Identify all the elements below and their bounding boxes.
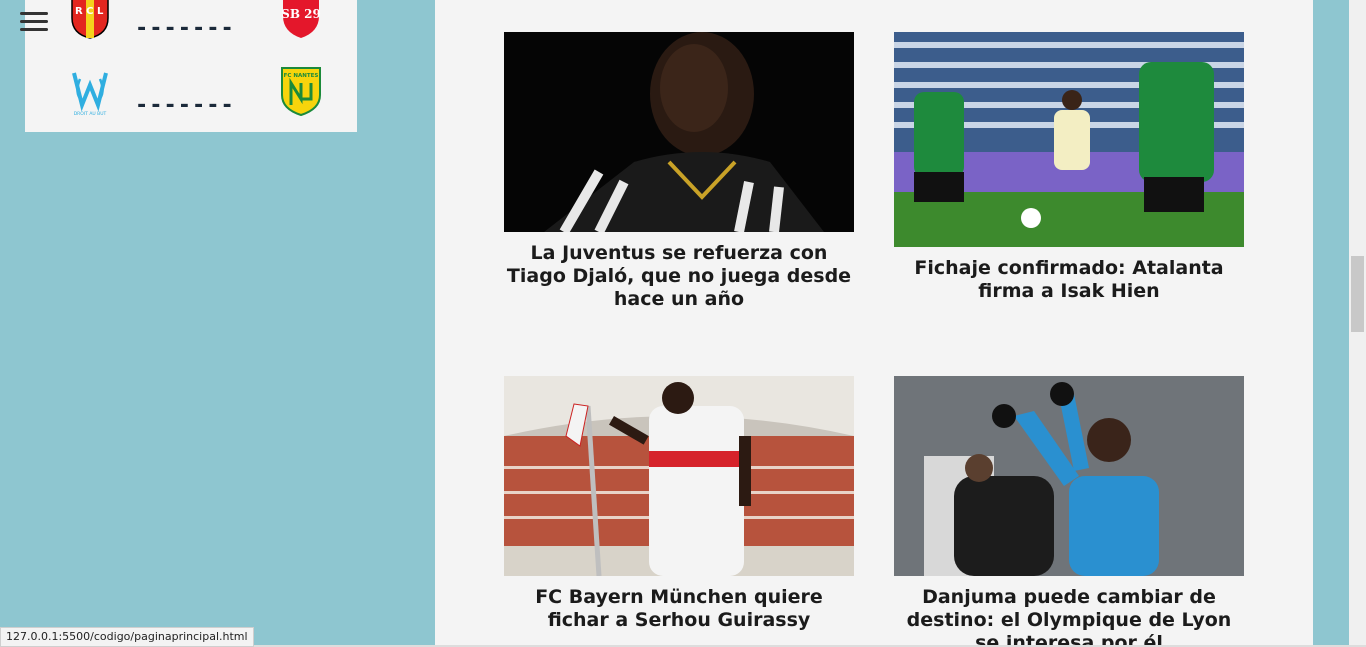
fixture-row[interactable]: DROIT AU BUT ------- FC NANTES [25,65,357,125]
fc-nantes-crest-icon: FC NANTES [281,67,321,117]
news-title[interactable]: Danjuma puede cambiar de destino: el Oly… [894,586,1244,647]
news-image-danjuma[interactable] [894,376,1244,576]
status-bar-url: 127.0.0.1:5500/codigo/paginaprincipal.ht… [0,627,254,647]
fixture-separator: ------- [135,16,235,41]
menu-line [20,12,48,15]
news-card[interactable]: La Juventus se refuerza con Tiago Djaló,… [504,32,854,311]
marseille-motto: DROIT AU BUT [74,111,107,117]
news-image-stuttgart[interactable] [504,376,854,576]
news-title[interactable]: La Juventus se refuerza con Tiago Djaló,… [504,242,854,311]
rc-lens-crest-icon: R C L [71,0,109,39]
rc-lens-crest-letter-r: R C L [75,6,104,17]
news-image-juventus[interactable] [504,32,854,232]
fixture-separator: ------- [135,93,235,118]
news-title[interactable]: FC Bayern München quiere fichar a Serhou… [504,586,854,632]
news-title[interactable]: Fichaje confirmado: Atalanta firma a Isa… [894,257,1244,303]
fc-nantes-crest-text: FC NANTES [284,73,319,79]
news-card[interactable]: Danjuma puede cambiar de destino: el Oly… [894,376,1244,647]
menu-line [20,28,48,31]
fixture-row[interactable]: R C L ------- SB 29 [25,0,357,48]
fixtures-widget: R C L ------- SB 29 DROIT AU BUT -------… [25,0,357,132]
vertical-scrollbar[interactable] [1349,0,1366,647]
olympique-marseille-crest-icon: DROIT AU BUT [72,72,108,117]
scrollbar-thumb[interactable] [1351,256,1364,332]
news-card[interactable]: FC Bayern München quiere fichar a Serhou… [504,376,854,632]
hamburger-menu-icon[interactable] [20,12,48,34]
menu-line [20,20,48,23]
stade-brestois-crest-text: SB 29 [281,7,321,21]
stade-brestois-crest-icon: SB 29 [281,0,321,38]
news-image-atalanta[interactable] [894,32,1244,247]
news-section: La Juventus se refuerza con Tiago Djaló,… [435,0,1313,647]
news-card[interactable]: Fichaje confirmado: Atalanta firma a Isa… [894,32,1244,303]
